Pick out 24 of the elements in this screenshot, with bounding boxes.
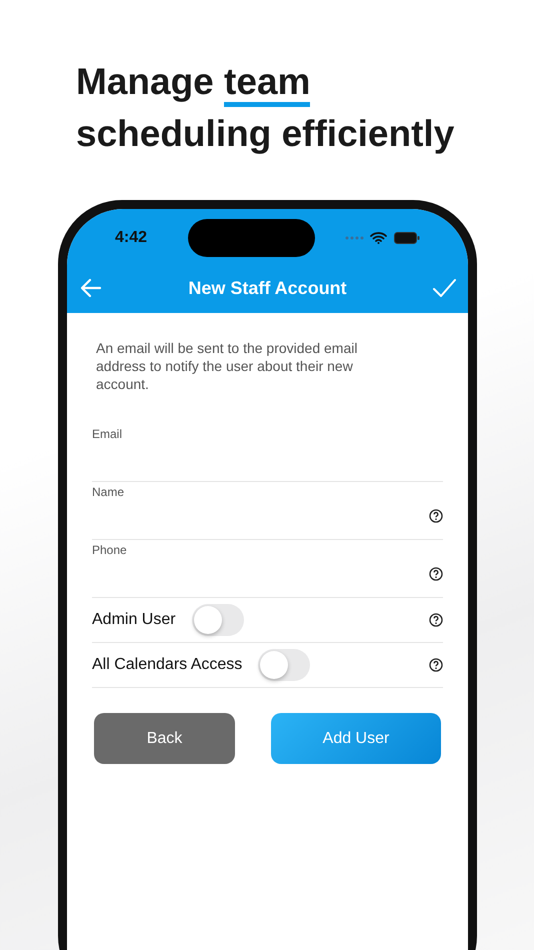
back-arrow-icon[interactable]: [79, 276, 103, 300]
input-field[interactable]: Email: [92, 424, 443, 482]
help-icon[interactable]: [429, 613, 443, 627]
signal-icon: [345, 236, 365, 240]
wifi-icon: [370, 232, 387, 244]
toggle-switch[interactable]: [192, 604, 244, 636]
back-button[interactable]: Back: [94, 713, 235, 764]
help-icon[interactable]: [429, 658, 443, 672]
input-field[interactable]: Name: [92, 482, 443, 540]
status-time: 4:42: [115, 228, 148, 248]
toggle-switch[interactable]: [258, 649, 310, 681]
toggle-label: All Calendars Access: [92, 655, 242, 675]
field-label: Phone: [92, 542, 127, 559]
field-label: Name: [92, 484, 124, 501]
toggle-label: Admin User: [92, 610, 176, 630]
field-label: Email: [92, 426, 122, 443]
description: An email will be sent to the provided email address to notify the user about their new account.: [95, 339, 358, 393]
battery-icon: [394, 232, 420, 244]
check-icon[interactable]: [432, 276, 456, 300]
input-field[interactable]: Phone: [92, 540, 443, 598]
help-icon[interactable]: [429, 567, 443, 581]
nav-title: New Staff Account: [187, 276, 348, 300]
help-icon[interactable]: [429, 509, 443, 523]
headline: Manage team scheduling efficiently: [75, 60, 456, 156]
